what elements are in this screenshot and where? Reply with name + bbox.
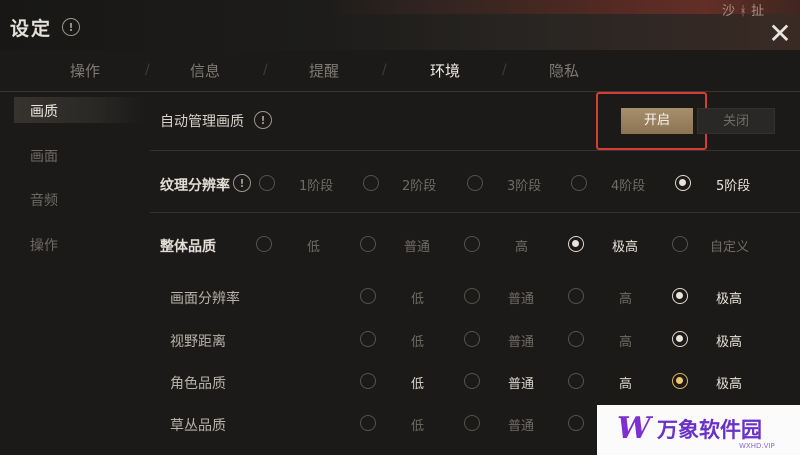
texture-option-1-label[interactable]: 1阶段 [299,175,333,194]
disable-button[interactable]: 关闭 [697,108,775,134]
texture-option-2-label[interactable]: 2阶段 [402,175,436,194]
texture-option-5-radio[interactable] [675,175,691,191]
close-button[interactable]: ✕ [766,20,794,48]
character-quality-low-radio[interactable] [360,373,376,389]
screen-resolution-label: 画面分辨率 [170,291,240,307]
enable-button[interactable]: 开启 [621,108,693,134]
watermark-logo: W [617,411,651,446]
character-quality-low-label[interactable]: 低 [411,373,424,392]
watermark-name: 万象软件园 [657,418,762,442]
overall-option-ultra-label[interactable]: 极高 [612,236,638,255]
overall-option-ultra-radio[interactable] [568,236,584,252]
info-icon[interactable]: ! [62,18,80,36]
window-title: 设定 [10,18,53,40]
screen-resolution-normal-label[interactable]: 普通 [508,288,534,307]
watermark: W 万象软件园 WXHD.VIP [597,405,800,455]
texture-option-5-label[interactable]: 5阶段 [716,175,750,194]
grass-quality-high-radio[interactable] [568,415,584,431]
character-quality-normal-label[interactable]: 普通 [508,373,534,392]
texture-option-4-label[interactable]: 4阶段 [611,175,645,194]
title-bar: 设定 ! 沙 ᚼ 扯 ✕ [0,0,800,50]
view-distance-low-radio[interactable] [360,331,376,347]
view-distance-low-label[interactable]: 低 [411,331,424,350]
texture-option-2-radio[interactable] [363,175,379,191]
screen-resolution-high-radio[interactable] [568,288,584,304]
sidebar-item-controls[interactable]: 操作 [30,235,58,255]
tab-separator: / [145,62,150,78]
screen-resolution-ultra-radio[interactable] [672,288,688,304]
character-quality-high-radio[interactable] [568,373,584,389]
watermark-url: WXHD.VIP [739,442,775,450]
character-quality-normal-radio[interactable] [464,373,480,389]
corner-decoration: 沙 ᚼ 扯 [722,4,765,19]
grass-quality-low-radio[interactable] [360,415,376,431]
tab-separator: / [263,62,268,78]
view-distance-high-radio[interactable] [568,331,584,347]
grass-quality-normal-radio[interactable] [464,415,480,431]
view-distance-ultra-label[interactable]: 极高 [716,331,742,350]
info-icon[interactable]: ! [254,111,272,129]
tab-operation[interactable]: 操作 [70,60,100,81]
divider [150,212,800,213]
tab-separator: / [382,62,387,78]
texture-option-3-label[interactable]: 3阶段 [507,175,541,194]
texture-option-4-radio[interactable] [571,175,587,191]
screen-resolution-low-label[interactable]: 低 [411,288,424,307]
character-quality-ultra-label[interactable]: 极高 [716,373,742,392]
overall-quality-label: 整体品质 [160,239,216,255]
tab-bar: 操作 / 信息 / 提醒 / 环境 / 隐私 [0,50,800,92]
overall-option-normal-label[interactable]: 普通 [404,236,430,255]
texture-option-3-radio[interactable] [467,175,483,191]
overall-option-normal-radio[interactable] [360,236,376,252]
divider [150,150,800,151]
screen-resolution-low-radio[interactable] [360,288,376,304]
screen-resolution-ultra-label[interactable]: 极高 [716,288,742,307]
character-quality-label: 角色品质 [170,376,226,392]
info-icon[interactable]: ! [233,174,251,192]
view-distance-high-label[interactable]: 高 [619,331,632,350]
screen-resolution-high-label[interactable]: 高 [619,288,632,307]
overall-option-custom-radio[interactable] [672,236,688,252]
tab-reminder[interactable]: 提醒 [309,60,339,81]
tab-environment[interactable]: 环境 [430,60,460,81]
view-distance-normal-radio[interactable] [464,331,480,347]
overall-option-low-label[interactable]: 低 [307,236,320,255]
overall-option-low-radio[interactable] [256,236,272,252]
overall-option-custom-label[interactable]: 自定义 [710,236,749,255]
auto-quality-label: 自动管理画质 [160,114,244,130]
grass-quality-normal-label[interactable]: 普通 [508,415,534,434]
texture-option-1-radio[interactable] [259,175,275,191]
character-quality-high-label[interactable]: 高 [619,373,632,392]
character-quality-ultra-radio[interactable] [672,373,688,389]
grass-quality-label: 草丛品质 [170,418,226,434]
view-distance-label: 视野距离 [170,334,226,350]
sidebar-item-quality[interactable]: 画质 [30,101,58,121]
grass-quality-low-label[interactable]: 低 [411,415,424,434]
view-distance-normal-label[interactable]: 普通 [508,331,534,350]
sidebar-item-display[interactable]: 画面 [30,146,58,166]
tab-info[interactable]: 信息 [190,60,220,81]
view-distance-ultra-radio[interactable] [672,331,688,347]
overall-option-high-label[interactable]: 高 [515,236,528,255]
overall-option-high-radio[interactable] [464,236,480,252]
sidebar-item-audio[interactable]: 音频 [30,190,58,210]
tab-privacy[interactable]: 隐私 [549,60,579,81]
tab-separator: / [502,62,507,78]
texture-resolution-label: 纹理分辨率 [160,178,230,194]
screen-resolution-normal-radio[interactable] [464,288,480,304]
